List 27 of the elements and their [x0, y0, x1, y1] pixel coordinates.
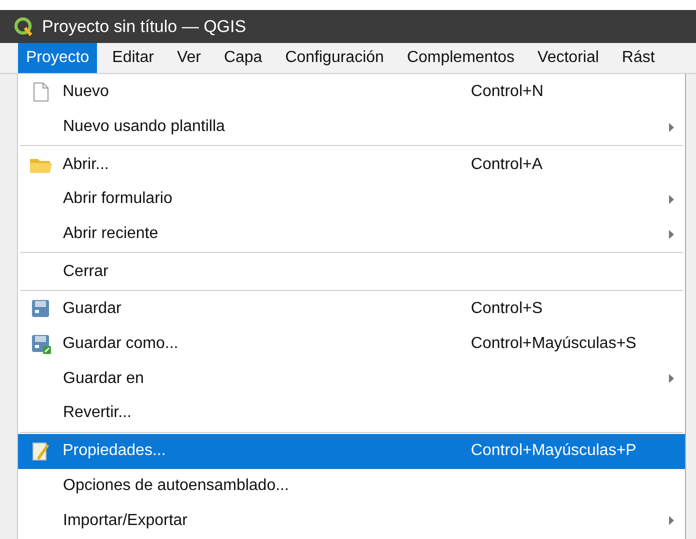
menu-item[interactable]: Cerrar — [18, 254, 685, 290]
menu-item[interactable]: Guardar como... Control+Mayúsculas+S — [18, 326, 685, 362]
menu-bar-item[interactable]: Editar — [104, 43, 162, 73]
menu-bar-item[interactable]: Capa — [216, 43, 270, 73]
menu-bar-item[interactable]: Complementos — [398, 43, 523, 73]
menu-bar-item[interactable]: Proyecto — [18, 43, 98, 73]
menu-item[interactable]: Propiedades... Control+Mayúsculas+P — [18, 434, 685, 468]
notepad-pencil-icon — [32, 441, 50, 462]
menu-bar-item[interactable]: Rást — [614, 43, 663, 73]
app-logo-icon — [14, 16, 34, 36]
menu-item[interactable]: Opciones de autoensamblado... — [18, 468, 685, 504]
menu-item[interactable]: Abrir formulario — [18, 182, 685, 217]
menu-item[interactable]: Guardar en — [18, 361, 685, 396]
menu-item[interactable]: Nuevo usando plantilla — [18, 110, 685, 144]
menu-item[interactable]: Abrir... Control+A — [18, 147, 685, 182]
menu-bar-item[interactable]: Configuración — [277, 43, 392, 73]
menu-item[interactable]: Abrir reciente — [18, 216, 685, 252]
document-icon — [33, 82, 50, 102]
menu-item[interactable]: Importar/Exportar — [18, 503, 685, 538]
menu-bar-item[interactable]: Ver — [168, 43, 209, 73]
folder-icon — [30, 156, 52, 173]
window-title: Proyecto sin título — QGIS — [42, 16, 246, 36]
menu-item[interactable]: Revertir... — [18, 396, 685, 431]
menu-bar-item[interactable]: Vectorial — [530, 43, 607, 73]
menu-item[interactable]: Guardar Control+S — [18, 292, 685, 327]
menu-item[interactable]: Nuevo Control+N — [18, 75, 685, 110]
floppy-disk-pencil-icon — [31, 334, 52, 354]
